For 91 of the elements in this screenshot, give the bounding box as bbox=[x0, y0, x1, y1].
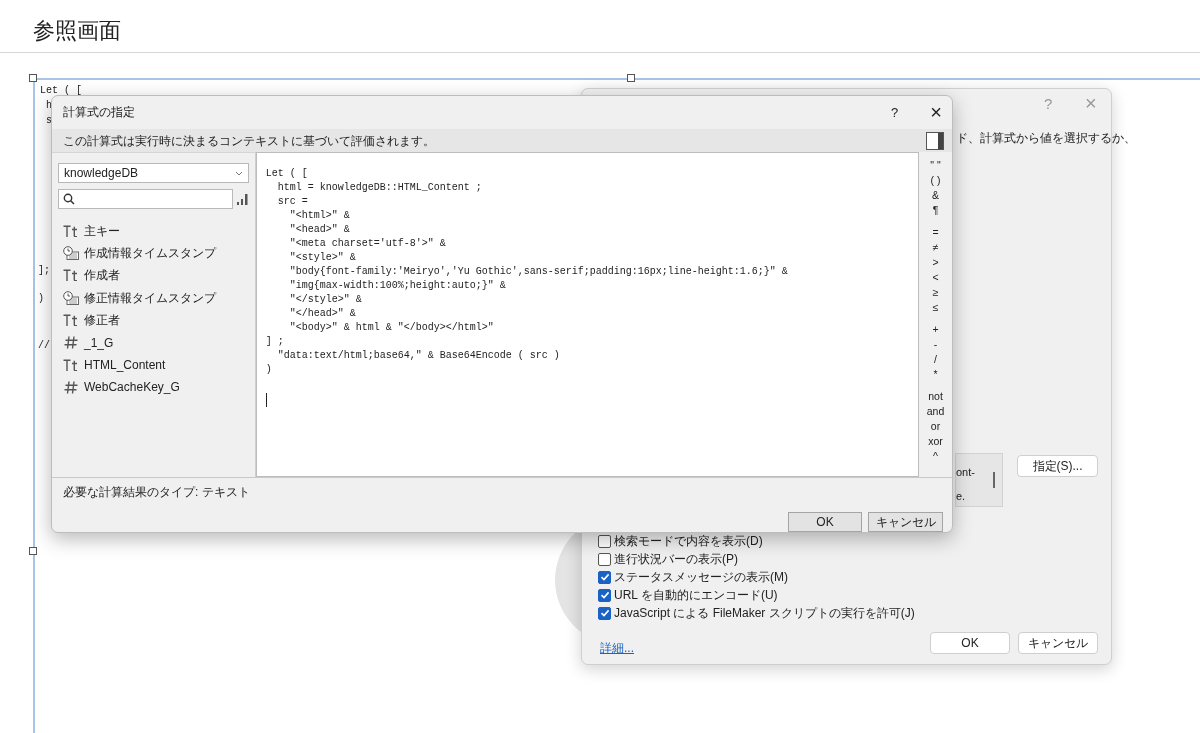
checkbox[interactable] bbox=[598, 570, 611, 584]
clock-calendar-icon bbox=[63, 246, 79, 260]
operator-button[interactable]: ≠ bbox=[932, 240, 939, 256]
operator-button[interactable]: ≥ bbox=[932, 285, 939, 301]
specify-button[interactable]: 指定(S)... bbox=[1017, 455, 1098, 477]
operator-button[interactable]: & bbox=[932, 188, 940, 204]
code-line: "<html>" & bbox=[288, 209, 350, 224]
operator-button[interactable]: xor bbox=[928, 434, 943, 450]
field-item[interactable]: HTML_Content bbox=[58, 353, 249, 377]
preview-text: ont- bbox=[956, 465, 976, 480]
field-item[interactable]: 修正者 bbox=[58, 308, 249, 332]
field-item[interactable]: WebCacheKey_G bbox=[58, 376, 249, 399]
result-type-text: 必要な計算結果のタイプ: テキスト bbox=[63, 484, 251, 501]
operator-button[interactable]: > bbox=[932, 255, 939, 271]
clock-calendar-icon bbox=[63, 290, 79, 305]
code-line: "</head>" & bbox=[288, 307, 356, 322]
cancel-button[interactable]: キャンセル bbox=[868, 512, 943, 532]
code-line: "<meta charset='utf-8'>" & bbox=[288, 237, 446, 252]
operator-button[interactable]: ¶ bbox=[932, 203, 939, 219]
code-line: "data:text/html;base64," & Base64Encode ( src ) bbox=[276, 349, 560, 364]
resize-handle[interactable] bbox=[627, 74, 635, 82]
checkbox-label: 検索モードで内容を表示(D) bbox=[614, 533, 763, 550]
hash-icon bbox=[63, 380, 79, 394]
operator-button[interactable]: ≤ bbox=[932, 300, 939, 316]
operator-button[interactable]: or bbox=[930, 419, 941, 435]
cancel-button[interactable]: キャンセル bbox=[1018, 632, 1098, 654]
text-type-icon bbox=[63, 314, 79, 327]
help-button[interactable]: ? bbox=[891, 102, 899, 123]
operator-button[interactable]: = bbox=[932, 225, 939, 241]
checkbox-label: ステータスメッセージの表示(M) bbox=[614, 569, 788, 586]
chevron-icon bbox=[234, 170, 243, 176]
text-type-icon bbox=[63, 269, 79, 282]
text-cursor bbox=[265, 393, 267, 408]
table-select[interactable]: knowledgeDB bbox=[58, 163, 249, 184]
checkbox[interactable] bbox=[598, 606, 611, 620]
page-title: 参照画面 bbox=[33, 17, 121, 45]
code-fragment: ]; bbox=[38, 265, 50, 277]
operator-button[interactable]: < bbox=[932, 270, 939, 286]
checkbox-label: URL を自動的にエンコード(U) bbox=[614, 587, 778, 604]
ok-button[interactable]: OK bbox=[788, 512, 862, 532]
code-line: html = knowledgeDB::HTML_Content ; bbox=[276, 181, 482, 196]
dialog-title: 計算式の指定 bbox=[63, 104, 136, 122]
operator-button[interactable]: + bbox=[932, 322, 939, 338]
checkbox[interactable] bbox=[598, 534, 611, 548]
hash-icon bbox=[63, 336, 79, 350]
field-item[interactable]: 修正情報タイムスタンプ bbox=[58, 286, 249, 309]
code-line: "</style>" & bbox=[288, 293, 362, 308]
panel-toggle-icon[interactable] bbox=[926, 131, 944, 150]
instruction-text: ド、計算式から値を選択するか、 bbox=[956, 130, 1136, 147]
details-link[interactable]: 詳細... bbox=[600, 639, 634, 657]
operator-button[interactable]: not bbox=[928, 389, 943, 405]
checkbox-label: 進行状況バーの表示(P) bbox=[614, 551, 738, 568]
operator-button[interactable]: - bbox=[933, 337, 938, 353]
search-field[interactable] bbox=[58, 189, 233, 210]
close-button[interactable]: × bbox=[930, 97, 942, 128]
code-fragment: // bbox=[38, 340, 50, 352]
code-line: ) bbox=[265, 363, 272, 378]
search-icon bbox=[63, 193, 75, 206]
code-fragment: Let ( [ bbox=[40, 85, 82, 97]
code-fragment: h bbox=[46, 100, 52, 112]
checkbox[interactable] bbox=[598, 588, 611, 602]
text-type-icon bbox=[63, 358, 79, 371]
field-item[interactable]: 作成情報タイムスタンプ bbox=[58, 241, 249, 265]
operator-button[interactable]: " " bbox=[930, 158, 941, 174]
operator-button[interactable]: ^ bbox=[933, 449, 938, 465]
code-line: "<body>" & html & "</body></html>" bbox=[288, 321, 494, 336]
operator-button[interactable]: ( ) bbox=[930, 173, 941, 189]
checkbox[interactable] bbox=[598, 552, 611, 566]
text-type-icon bbox=[63, 224, 79, 237]
field-item[interactable]: 主キー bbox=[58, 219, 249, 242]
code-line: src = bbox=[276, 195, 308, 210]
operator-button[interactable]: * bbox=[933, 367, 938, 383]
resize-handle[interactable] bbox=[29, 74, 37, 82]
field-item[interactable]: 作成者 bbox=[58, 264, 249, 287]
code-line: Let ( [ bbox=[265, 167, 308, 182]
code-fragment: ) bbox=[38, 293, 44, 305]
preview-text: e. bbox=[956, 488, 967, 504]
code-line: "body{font-family:'Meiryo','Yu Gothic',sans-serif;padding:16px;line-height:1.6;}" & bbox=[288, 265, 788, 280]
code-line: "img{max-width:100%;height:auto;}" & bbox=[288, 279, 506, 294]
context-note: この計算式は実行時に決まるコンテキストに基づいて評価されます。 bbox=[63, 132, 435, 150]
scrollbar[interactable] bbox=[993, 472, 995, 488]
ok-button[interactable]: OK bbox=[930, 632, 1010, 654]
operator-button[interactable]: and bbox=[926, 404, 945, 420]
resize-handle[interactable] bbox=[29, 547, 37, 555]
code-line: "<style>" & bbox=[288, 251, 356, 266]
checkbox-label: JavaScript による FileMaker スクリプトの実行を許可(J) bbox=[614, 605, 915, 622]
code-fragment: s bbox=[46, 115, 52, 127]
field-item[interactable]: _1_G bbox=[58, 331, 249, 354]
sort-icon[interactable] bbox=[235, 193, 249, 206]
code-line: "<head>" & bbox=[288, 223, 350, 238]
code-line: ] ; bbox=[265, 335, 284, 350]
